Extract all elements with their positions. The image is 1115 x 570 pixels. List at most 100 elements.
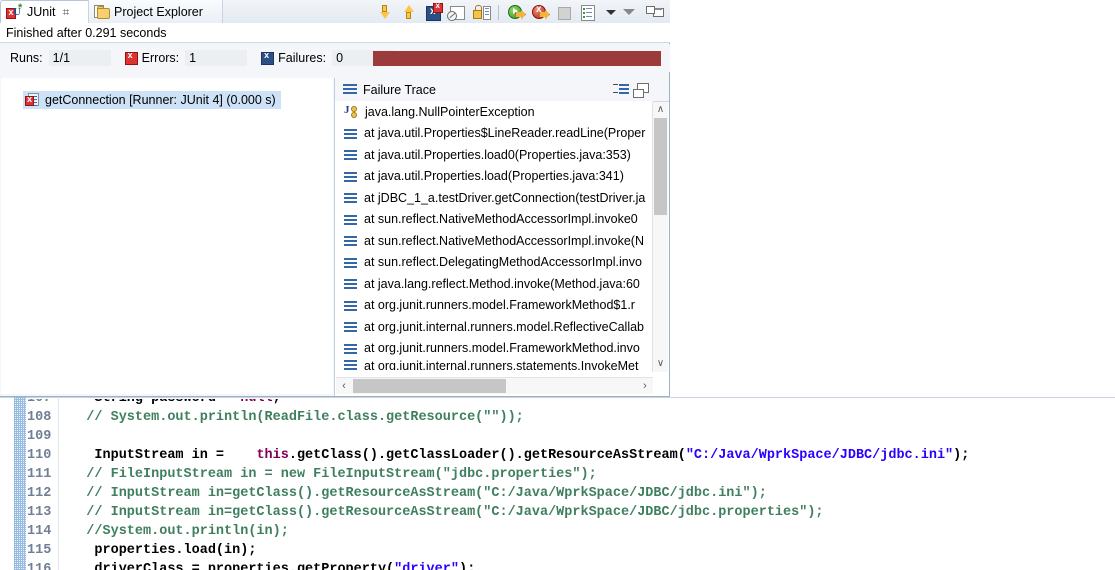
editor-code-line[interactable]: InputStream in = this.getClass().getClas…	[62, 446, 969, 465]
exception-icon: J	[344, 104, 358, 119]
failure-trace-row-label: at java.util.Properties$LineReader.readL…	[364, 126, 646, 141]
maximize-trace-icon[interactable]	[631, 82, 649, 98]
chevron-down-icon[interactable]	[602, 3, 616, 22]
stack-frame-icon	[344, 343, 357, 354]
scroll-left-icon[interactable]: ‹	[336, 378, 352, 394]
failure-trace-row[interactable]: at java.util.Properties.load0(Properties…	[335, 144, 653, 166]
scroll-up-icon[interactable]: ∧	[653, 102, 668, 118]
show-failures-only-icon[interactable]	[423, 1, 443, 22]
tab-project-explorer-label: Project Explorer	[114, 4, 203, 19]
failure-trace-row-label: at org.junit.internal.runners.statements…	[364, 359, 639, 370]
editor-code-line[interactable]: driverClass = properties.getProperty("dr…	[62, 560, 475, 570]
code-token: properties.load(in);	[62, 543, 257, 558]
junit-toolbar	[375, 1, 666, 22]
stack-frame-icon	[344, 359, 357, 370]
trace-horizontal-scroll-thumb[interactable]	[353, 379, 506, 393]
next-failed-test-icon[interactable]	[375, 3, 395, 22]
filter-stack-trace-button-icon[interactable]	[613, 82, 631, 98]
editor-code-line[interactable]: // InputStream in=getClass().getResource…	[62, 503, 823, 522]
code-token: "C:/Java/WprkSpace/JDBC/jdbc.ini"	[685, 448, 954, 463]
code-token: String password =	[62, 397, 241, 406]
trace-horizontal-scrollbar[interactable]: ‹ ›	[336, 377, 653, 394]
failure-trace-row[interactable]: at sun.reflect.NativeMethodAccessorImpl.…	[335, 230, 653, 252]
stack-icon	[343, 84, 357, 95]
editor-line-number: 109	[27, 429, 52, 444]
code-token: "driver"	[394, 562, 459, 570]
code-token: //System.out.println(in);	[62, 524, 289, 539]
failure-trace-row[interactable]: at org.junit.internal.runners.statements…	[335, 359, 653, 370]
failure-trace-row[interactable]: at java.lang.reflect.Method.invoke(Metho…	[335, 273, 653, 295]
rerun-test-icon[interactable]	[506, 3, 526, 22]
trace-vertical-scroll-thumb[interactable]	[654, 118, 667, 215]
editor-code-line[interactable]: properties.load(in);	[62, 541, 256, 560]
previous-failed-test-icon[interactable]	[399, 3, 419, 22]
editor-line-number: 113	[27, 505, 52, 520]
code-token: );	[458, 562, 476, 570]
rerun-failures-first-icon[interactable]	[530, 3, 550, 22]
stack-frame-icon	[344, 278, 357, 289]
tab-project-explorer[interactable]: Project Explorer	[88, 0, 223, 23]
runs-value: 1/1	[48, 50, 111, 66]
code-token: );	[953, 448, 970, 463]
stop-test-run-icon[interactable]	[554, 3, 574, 22]
filter-stack-trace-icon[interactable]	[447, 3, 467, 22]
test-result-tree[interactable]: getConnection [Runner: JUnit 4] (0.000 s…	[1, 78, 333, 394]
editor-code-line[interactable]: // InputStream in=getClass().getResource…	[62, 484, 767, 503]
right-editor-pane[interactable]	[670, 0, 1115, 397]
test-tree-item-label: getConnection [Runner: JUnit 4] (0.000 s…	[45, 93, 276, 107]
editor-line-number: 112	[27, 486, 52, 501]
failure-icon	[261, 50, 275, 65]
failure-trace-row[interactable]: at jDBC_1_a.testDriver.getConnection(tes…	[335, 187, 653, 209]
editor-code-line[interactable]: String password = null;	[62, 397, 281, 408]
failure-trace-header: Failure Trace	[335, 78, 669, 102]
editor-line-number: 111	[27, 467, 52, 482]
scroll-lock-icon[interactable]	[471, 3, 491, 22]
failure-trace-row[interactable]: at java.util.Properties.load(Properties.…	[335, 166, 653, 188]
code-token: ;	[272, 397, 281, 406]
code-editor[interactable]: 107 String password = null; 108 // System…	[0, 397, 1115, 570]
tab-junit[interactable]: U* JUnit ⌗	[0, 0, 90, 23]
code-token: // FileInputStream in = new FileInputStr…	[62, 467, 597, 482]
failure-trace-row-label: at java.util.Properties.load(Properties.…	[364, 169, 624, 184]
runs-label: Runs:	[10, 51, 43, 65]
failure-trace-title: Failure Trace	[363, 82, 436, 97]
failure-trace-row[interactable]: at sun.reflect.DelegatingMethodAccessorI…	[335, 252, 653, 274]
stack-frame-icon	[344, 257, 357, 268]
code-token: // System.out.println(ReadFile.class.get…	[62, 410, 524, 425]
failure-trace-list[interactable]: Jjava.lang.NullPointerException at java.u…	[335, 101, 653, 371]
junit-icon: U*	[6, 2, 23, 20]
failure-trace-row-label: at org.junit.runners.model.FrameworkMeth…	[364, 341, 640, 356]
failure-trace-row-label: at jDBC_1_a.testDriver.getConnection(tes…	[364, 190, 646, 205]
code-token: driverClass = properties.getProperty(	[62, 562, 395, 570]
status-text: Finished after 0.291 seconds	[6, 25, 167, 40]
junit-view: U* JUnit ⌗ Project Explorer	[0, 0, 670, 397]
failure-trace-row[interactable]: at java.util.Properties$LineReader.readL…	[335, 123, 653, 145]
test-run-history-icon[interactable]	[578, 3, 598, 22]
failure-trace-row[interactable]: at org.junit.internal.runners.model.Refl…	[335, 316, 653, 338]
editor-line-number: 107	[27, 397, 52, 406]
stack-frame-icon	[344, 192, 357, 203]
failure-trace-row[interactable]: Jjava.lang.NullPointerException	[335, 101, 653, 123]
failure-trace-row[interactable]: at sun.reflect.NativeMethodAccessorImpl.…	[335, 209, 653, 231]
failure-trace-row[interactable]: at org.junit.runners.model.FrameworkMeth…	[335, 295, 653, 317]
scroll-right-icon[interactable]: ›	[637, 378, 653, 394]
minimize-view-icon[interactable]	[646, 3, 666, 22]
test-progress-bar	[373, 51, 661, 66]
editor-code-line[interactable]: // System.out.println(ReadFile.class.get…	[62, 408, 524, 427]
editor-code-line[interactable]: // FileInputStream in = new FileInputStr…	[62, 465, 597, 484]
trace-vertical-scrollbar[interactable]: ∧ ∨	[652, 102, 668, 372]
test-tree-item[interactable]: getConnection [Runner: JUnit 4] (0.000 s…	[23, 91, 281, 109]
failure-trace-row-label: java.lang.NullPointerException	[365, 104, 535, 119]
test-status-line: Finished after 0.291 seconds	[0, 23, 670, 43]
failures-label: Failures:	[278, 51, 327, 65]
scroll-down-icon[interactable]: ∨	[653, 356, 668, 372]
editor-line-number: 116	[27, 562, 52, 570]
failure-trace-row-label: at sun.reflect.NativeMethodAccessorImpl.…	[364, 233, 644, 248]
errors-value: 1	[185, 50, 248, 66]
view-menu-icon[interactable]	[620, 3, 642, 22]
stack-frame-icon	[344, 300, 357, 311]
editor-code-line[interactable]: //System.out.println(in);	[62, 522, 289, 541]
failure-trace-row[interactable]: at org.junit.runners.model.FrameworkMeth…	[335, 338, 653, 360]
failure-trace-row-label: at org.junit.runners.model.FrameworkMeth…	[364, 298, 635, 313]
close-icon[interactable]: ⌗	[62, 6, 69, 18]
